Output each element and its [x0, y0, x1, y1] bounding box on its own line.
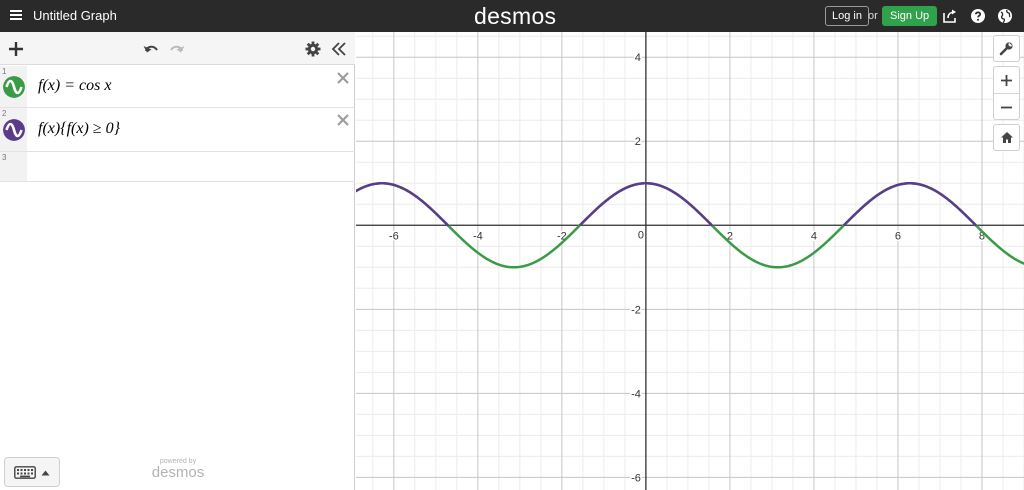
zoom-controls — [993, 66, 1020, 120]
graph-title[interactable]: Untitled Graph — [33, 8, 117, 23]
help-icon[interactable] — [970, 8, 986, 24]
redo-icon[interactable] — [168, 40, 186, 58]
collapse-icon[interactable] — [330, 40, 348, 58]
y-tick-label: 2 — [635, 136, 641, 148]
default-viewport-button[interactable] — [993, 124, 1020, 151]
x-tick-label: 4 — [811, 230, 817, 242]
zoom-in-icon — [1001, 75, 1012, 86]
y-tick-label: 4 — [635, 52, 641, 64]
sine-wave-icon[interactable] — [3, 76, 25, 98]
wrench-icon — [999, 42, 1013, 56]
axes — [356, 32, 1024, 490]
login-button[interactable]: Log in — [825, 6, 869, 26]
expression-row[interactable]: 2 f(x){f(x) ≥ 0} — [0, 108, 355, 152]
plus-icon[interactable] — [7, 40, 25, 58]
delete-icon[interactable] — [336, 113, 350, 127]
x-tick-label: 0 — [638, 229, 644, 241]
graph-canvas[interactable]: -6 -4 -2 0 2 4 6 842-2-4-6 — [356, 32, 1024, 490]
home-icon — [1001, 132, 1013, 143]
expression-tab[interactable]: 3 — [0, 152, 27, 181]
gear-icon[interactable] — [304, 40, 322, 58]
top-bar: Untitled Graph desmos Log in or Sign Up — [0, 0, 1024, 32]
keyboard-toggle-button[interactable] — [4, 457, 60, 487]
globe-icon[interactable] — [997, 8, 1013, 24]
x-tick-label: 6 — [895, 230, 901, 242]
major-gridlines — [356, 32, 1024, 490]
powered-by-desmos: powered by desmos — [148, 458, 208, 480]
minor-gridlines — [356, 32, 1024, 490]
expression-number: 3 — [2, 153, 7, 162]
expression-row[interactable]: 1 f(x) = cos x — [0, 66, 355, 108]
keyboard-icon — [14, 466, 36, 479]
tick-labels: -6 -4 -2 0 2 4 6 842-2-4-6 — [387, 51, 986, 486]
caret-up-icon — [41, 470, 50, 476]
zoom-in-button[interactable] — [994, 67, 1019, 93]
expression-number: 1 — [2, 67, 7, 76]
footer-desmos-logo: desmos — [151, 464, 205, 481]
y-tick-label: -4 — [631, 388, 641, 400]
expression-math[interactable]: f(x) = cos x — [38, 77, 111, 95]
or-label: or — [868, 10, 878, 22]
x-tick-label: -6 — [389, 230, 399, 242]
y-tick-label: -2 — [631, 304, 641, 316]
graph-settings-button[interactable] — [993, 35, 1020, 62]
y-tick-label: -6 — [631, 472, 641, 484]
expression-row[interactable]: 3 — [0, 152, 355, 182]
expression-tab[interactable]: 1 — [0, 66, 27, 107]
desmos-logo: desmos — [474, 3, 557, 29]
zoom-out-button[interactable] — [994, 94, 1019, 120]
expression-panel: 1 f(x) = cos x 2 f(x){f(x) ≥ 0} 3 powere… — [0, 32, 355, 490]
graph-paper[interactable]: -6 -4 -2 0 2 4 6 8 4 2 -2 -4 -6 — [356, 32, 1024, 490]
signup-button[interactable]: Sign Up — [882, 6, 938, 26]
share-icon[interactable] — [942, 8, 958, 24]
zoom-out-icon — [1001, 106, 1012, 109]
undo-icon[interactable] — [142, 40, 160, 58]
expression-number: 2 — [2, 109, 7, 118]
sine-wave-icon[interactable] — [3, 119, 25, 141]
expression-math[interactable]: f(x){f(x) ≥ 0} — [38, 120, 120, 138]
expression-tab[interactable]: 2 — [0, 108, 27, 151]
delete-icon[interactable] — [336, 71, 350, 85]
expression-toolbar — [0, 32, 355, 65]
menu-icon[interactable] — [10, 9, 22, 21]
x-tick-label: -4 — [473, 230, 483, 242]
